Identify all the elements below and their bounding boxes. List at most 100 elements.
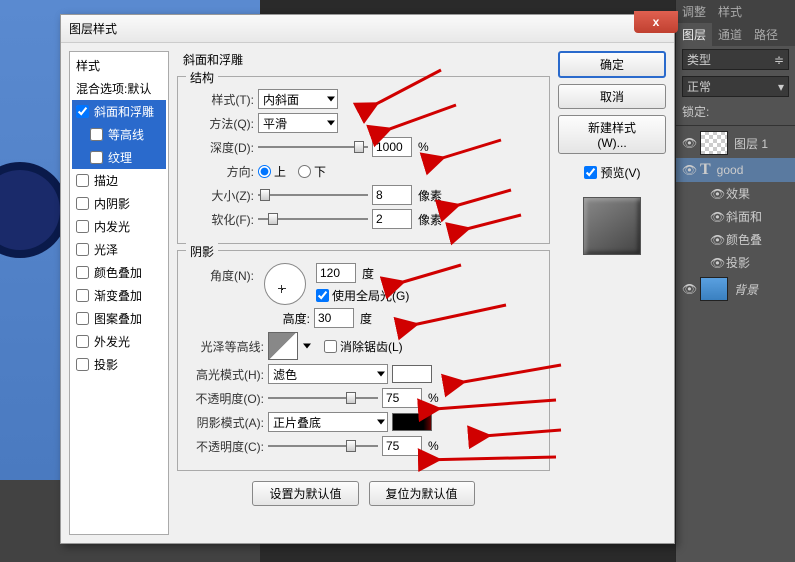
highlight-opacity-input[interactable]: 75 [382,388,422,408]
text-layer-icon: T [700,161,711,179]
soften-input[interactable]: 2 [372,209,412,229]
highlight-opacity-label: 不透明度(O): [188,390,264,407]
panel-tabs-top: 调整 样式 [676,0,795,23]
drop-shadow-checkbox[interactable] [76,358,89,371]
layer-row-text[interactable]: 👁 T good [676,158,795,182]
lock-row: 锁定: [676,100,795,123]
shadow-opacity-slider[interactable] [268,437,378,455]
section-title: 斜面和浮雕 [183,51,550,68]
dialog-title: 图层样式 [69,20,117,37]
shadow-mode-select[interactable]: 正片叠底 [268,412,388,432]
outer-glow-checkbox[interactable] [76,335,89,348]
visibility-icon[interactable]: 👁 [682,163,694,177]
soften-label: 软化(F): [188,211,254,228]
side-item-outer-glow[interactable]: 外发光 [72,330,166,353]
style-label: 样式(T): [188,91,254,108]
preview-checkbox[interactable]: 预览(V) [558,164,666,181]
chevron-down-icon [377,372,385,377]
global-light-checkbox[interactable]: 使用全局光(G) [316,287,409,304]
highlight-mode-select[interactable]: 滤色 [268,364,388,384]
shadow-opacity-input[interactable]: 75 [382,436,422,456]
dialog-titlebar[interactable]: 图层样式 x [61,15,674,43]
layer-thumb [700,277,728,301]
side-item-drop-shadow[interactable]: 投影 [72,353,166,376]
set-default-button[interactable]: 设置为默认值 [252,481,358,506]
ok-button[interactable]: 确定 [558,51,666,78]
soften-unit: 像素 [418,211,442,228]
stroke-checkbox[interactable] [76,174,89,187]
direction-down-radio[interactable]: 下 [298,163,326,180]
highlight-opacity-slider[interactable] [268,389,378,407]
tab-channels[interactable]: 通道 [712,23,748,46]
layer-filter-kind[interactable]: 类型≑ [682,49,789,70]
antialias-checkbox[interactable]: 消除锯齿(L) [324,338,403,355]
tab-styles[interactable]: 样式 [712,0,748,23]
layer-style-dialog: 图层样式 x 样式 混合选项:默认 斜面和浮雕 等高线 纹理 描边 内阴影 内发… [60,14,675,544]
cancel-button[interactable]: 取消 [558,84,666,109]
shadow-color-swatch[interactable] [392,413,432,431]
shadow-mode-label: 阴影模式(A): [188,414,264,431]
depth-slider[interactable] [258,138,368,156]
effects-list: 样式 混合选项:默认 斜面和浮雕 等高线 纹理 描边 内阴影 内发光 光泽 颜色… [69,51,169,535]
tab-layers[interactable]: 图层 [676,23,712,46]
side-item-stroke[interactable]: 描边 [72,169,166,192]
inner-shadow-checkbox[interactable] [76,197,89,210]
side-header-styles[interactable]: 样式 [72,54,166,77]
pattern-overlay-checkbox[interactable] [76,312,89,325]
settings-panel: 斜面和浮雕 结构 样式(T): 内斜面 方法(Q): 平滑 深度(D): 100… [177,51,550,535]
blend-mode-dropdown[interactable]: 正常▾ [682,76,789,97]
layer-row-bg[interactable]: 👁 背景 [676,274,795,304]
tab-paths[interactable]: 路径 [748,23,784,46]
direction-up-radio[interactable]: 上 [258,163,286,180]
layer-name: good [717,163,744,177]
satin-checkbox[interactable] [76,243,89,256]
photoshop-panels: 调整 样式 图层 通道 路径 类型≑ 正常▾ 锁定: 👁 图层 1 👁 T go… [675,0,795,562]
bevel-checkbox[interactable] [76,105,89,118]
depth-input[interactable]: 1000 [372,137,412,157]
layer-thumb [700,131,728,155]
color-overlay-checkbox[interactable] [76,266,89,279]
side-item-grad-overlay[interactable]: 渐变叠加 [72,284,166,307]
chevron-down-icon [327,97,335,102]
inner-glow-checkbox[interactable] [76,220,89,233]
style-select[interactable]: 内斜面 [258,89,338,109]
technique-select[interactable]: 平滑 [258,113,338,133]
reset-default-button[interactable]: 复位为默认值 [369,481,475,506]
side-item-bevel[interactable]: 斜面和浮雕 [72,100,166,123]
texture-checkbox[interactable] [90,151,103,164]
side-item-inner-glow[interactable]: 内发光 [72,215,166,238]
side-item-contour[interactable]: 等高线 [72,123,166,146]
altitude-input[interactable]: 30 [314,308,354,328]
altitude-unit: 度 [360,310,372,327]
direction-label: 方向: [188,163,254,180]
shading-group-title: 阴影 [186,243,218,260]
visibility-icon[interactable]: 👁 [682,136,694,150]
angle-wheel[interactable] [264,263,306,305]
side-item-texture[interactable]: 纹理 [72,146,166,169]
highlight-color-swatch[interactable] [392,365,432,383]
tab-adjust[interactable]: 调整 [676,0,712,23]
side-header-blend[interactable]: 混合选项:默认 [72,77,166,100]
visibility-icon[interactable]: 👁 [682,282,694,296]
close-button[interactable]: x [634,11,678,33]
soften-slider[interactable] [258,210,368,228]
gloss-contour-label: 光泽等高线: [188,338,264,355]
gloss-contour-picker[interactable] [268,332,298,360]
angle-input[interactable]: 120 [316,263,356,283]
dialog-right-column: 确定 取消 新建样式(W)... 预览(V) [558,51,666,535]
new-style-button[interactable]: 新建样式(W)... [558,115,666,154]
angle-unit: 度 [362,265,374,282]
layer-row-layer1[interactable]: 👁 图层 1 [676,128,795,158]
angle-label: 角度(N): [188,263,254,284]
depth-unit: % [418,140,429,154]
side-item-satin[interactable]: 光泽 [72,238,166,261]
grad-overlay-checkbox[interactable] [76,289,89,302]
size-label: 大小(Z): [188,187,254,204]
contour-checkbox[interactable] [90,128,103,141]
side-item-color-overlay[interactable]: 颜色叠加 [72,261,166,284]
side-item-inner-shadow[interactable]: 内阴影 [72,192,166,215]
altitude-label: 高度: [244,310,310,327]
side-item-pattern-overlay[interactable]: 图案叠加 [72,307,166,330]
size-slider[interactable] [258,186,368,204]
size-input[interactable]: 8 [372,185,412,205]
